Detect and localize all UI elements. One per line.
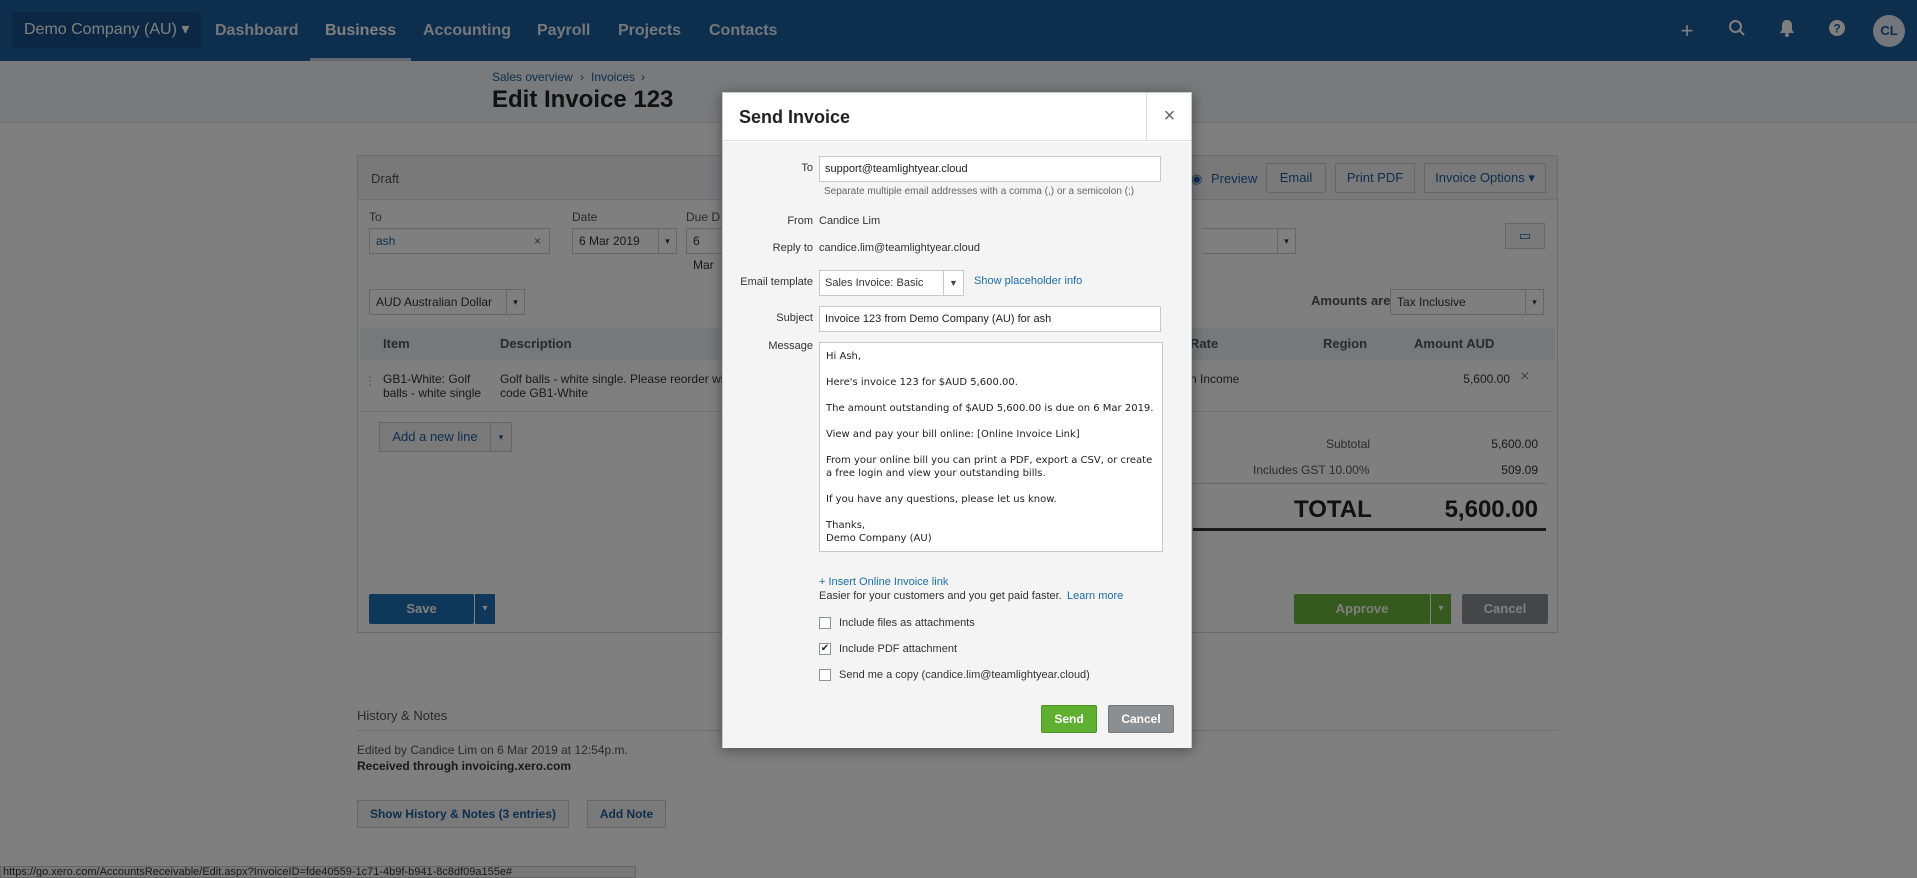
message-paragraph: The amount outstanding of $AUD 5,600.00 …	[826, 403, 1154, 414]
to-label: To	[801, 162, 813, 174]
learn-more-link[interactable]: Learn more	[1067, 590, 1123, 602]
include-pdf-checkbox[interactable]: ✔	[819, 643, 831, 655]
dialog-title: Send Invoice	[739, 107, 851, 127]
message-paragraph: If you have any questions, please let us…	[826, 494, 1057, 505]
include-pdf-label: Include PDF attachment	[839, 643, 958, 655]
subject-label: Subject	[776, 312, 813, 324]
send-button[interactable]: Send	[1041, 705, 1097, 733]
close-icon[interactable]: ×	[1146, 93, 1192, 141]
from-label: From	[787, 215, 813, 227]
subject-field[interactable]: Invoice 123 from Demo Company (AU) for a…	[819, 306, 1161, 332]
message-paragraph: From your online bill you can print a PD…	[826, 455, 1156, 479]
show-placeholder-info-link[interactable]: Show placeholder info	[974, 275, 1082, 287]
include-files-label: Include files as attachments	[839, 617, 975, 629]
include-files-checkbox[interactable]	[819, 617, 831, 629]
message-textarea[interactable]: Hi Ash, Here's invoice 123 for $AUD 5,60…	[819, 342, 1163, 552]
chevron-down-icon: ▼	[943, 271, 963, 295]
send-copy-checkbox[interactable]	[819, 669, 831, 681]
dialog-body: To support@teamlightyear.cloud Separate …	[723, 142, 1191, 748]
insert-online-invoice-link[interactable]: + Insert Online Invoice link	[819, 576, 948, 588]
email-template-select[interactable]: Sales Invoice: Basic ▼	[819, 270, 964, 296]
from-value: Candice Lim	[819, 215, 881, 227]
dialog-header: Send Invoice ×	[723, 93, 1191, 141]
send-invoice-dialog: Send Invoice × To support@teamlightyear.…	[722, 92, 1192, 748]
to-help-text: Separate multiple email addresses with a…	[824, 186, 1135, 197]
message-paragraph: Hi Ash,	[826, 351, 862, 362]
message-paragraph: Here's invoice 123 for $AUD 5,600.00.	[826, 377, 1018, 388]
message-paragraph: View and pay your bill online: [Online I…	[826, 429, 1080, 440]
email-template-label: Email template	[740, 276, 813, 288]
send-copy-label: Send me a copy (candice.lim@teamlightyea…	[839, 669, 1090, 681]
message-paragraph: Thanks, Demo Company (AU)	[826, 520, 932, 544]
dialog-cancel-button[interactable]: Cancel	[1108, 705, 1174, 733]
message-label: Message	[768, 340, 813, 352]
reply-to-value: candice.lim@teamlightyear.cloud	[819, 242, 980, 254]
faster-payment-text: Easier for your customers and you get pa…	[819, 590, 1062, 602]
reply-to-label: Reply to	[772, 242, 813, 254]
email-template-value: Sales Invoice: Basic	[825, 277, 924, 289]
to-email-field[interactable]: support@teamlightyear.cloud	[819, 156, 1161, 182]
